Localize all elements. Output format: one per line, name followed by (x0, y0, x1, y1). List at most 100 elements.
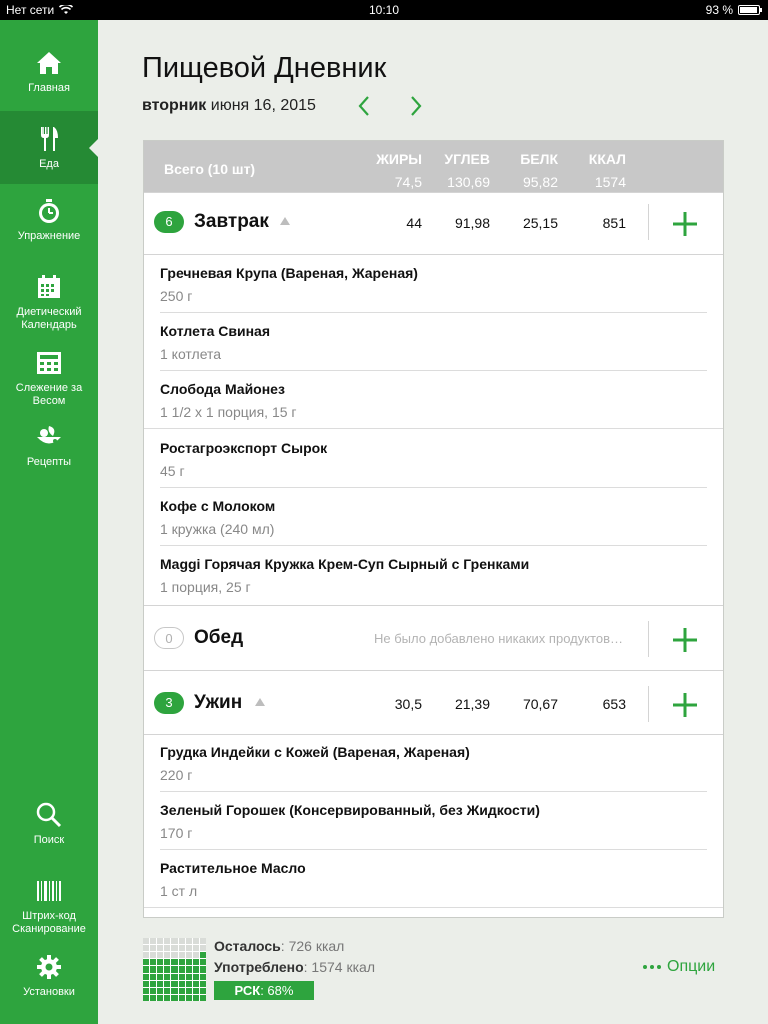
progress-cell (192, 966, 199, 973)
progress-cell (143, 994, 150, 1001)
weekday-label: вторник (142, 97, 207, 114)
total-fat: 74,5 (394, 174, 422, 190)
meal-row-breakfast[interactable]: 6 Завтрак 44 91,98 25,15 851 (144, 192, 723, 255)
page-title: Пищевой Дневник (142, 52, 387, 84)
food-name: Растительное Масло (160, 860, 306, 876)
rsk-label: РСК (234, 983, 261, 998)
progress-cell (178, 994, 185, 1001)
add-food-plus-icon[interactable] (670, 690, 700, 720)
sidebar-item-settings[interactable]: Установки (0, 952, 98, 1012)
divider (648, 686, 649, 722)
list-item-food[interactable]: Гречневая Крупа (Вареная, Жареная) 250 г (160, 255, 707, 313)
home-icon (34, 48, 64, 78)
progress-cell (185, 994, 192, 1001)
meal-fat: 30,5 (394, 696, 422, 712)
add-food-plus-icon[interactable] (670, 209, 700, 239)
food-name: Котлета Свиная (160, 323, 270, 339)
sidebar-item-home[interactable]: Главная (0, 48, 98, 108)
food-serving: 1 1/2 x 1 порция, 15 г (160, 404, 297, 420)
sidebar-item-search[interactable]: Поиск (0, 800, 98, 860)
progress-cell (185, 952, 192, 959)
progress-cell (157, 987, 164, 994)
sidebar-item-food[interactable]: Еда (0, 111, 98, 184)
sidebar-item-weight-tracking[interactable]: Слежение за Весом (0, 348, 98, 412)
progress-cell (171, 980, 178, 987)
scale-icon (34, 348, 64, 378)
remaining-calories: Осталось: 726 ккал (214, 938, 344, 954)
progress-cell (164, 966, 171, 973)
divider (648, 204, 649, 240)
clock: 10:10 (368, 3, 400, 17)
list-item-food[interactable]: Слобода Майонез 1 1/2 x 1 порция, 15 г (144, 371, 723, 429)
column-header-carbs: УГЛЕВ (444, 151, 490, 167)
progress-cell (178, 959, 185, 966)
progress-cell (164, 994, 171, 1001)
progress-cell (150, 966, 157, 973)
sidebar-item-exercise[interactable]: Упражнение (0, 196, 98, 256)
progress-cell (192, 973, 199, 980)
progress-cell (171, 987, 178, 994)
meal-fat: 44 (406, 215, 422, 231)
progress-cell (192, 938, 199, 945)
column-header-protein: БЕЛК (520, 151, 558, 167)
progress-cell (178, 945, 185, 952)
add-food-plus-icon[interactable] (670, 625, 700, 655)
list-item-food[interactable]: Кофе с Молоком 1 кружка (240 мл) (160, 488, 707, 546)
list-item-food[interactable]: Зеленый Горошек (Консервированный, без Ж… (160, 792, 707, 850)
item-count-badge: 6 (154, 211, 184, 233)
battery-icon (738, 5, 762, 15)
progress-cell (192, 945, 199, 952)
fork-knife-icon (34, 124, 64, 154)
progress-cell (185, 973, 192, 980)
sidebar-item-label: Штрих-код Сканирование (12, 910, 86, 935)
list-item-food[interactable]: Грудка Индейки с Кожей (Вареная, Жареная… (160, 734, 707, 792)
progress-cell (157, 966, 164, 973)
previous-day-button[interactable] (354, 94, 376, 118)
collapse-arrow-icon[interactable] (280, 217, 290, 225)
recipe-icon (34, 422, 64, 452)
progress-cell (143, 966, 150, 973)
remaining-label: Осталось (214, 938, 281, 954)
chevron-right-icon (411, 96, 422, 116)
progress-cell (157, 994, 164, 1001)
progress-cell (185, 987, 192, 994)
food-serving: 1 кружка (240 мл) (160, 521, 275, 537)
total-carbs: 130,69 (447, 174, 490, 190)
progress-cell (178, 987, 185, 994)
progress-cell (164, 973, 171, 980)
progress-cell (150, 959, 157, 966)
sidebar-item-diet-calendar[interactable]: Диетический Календарь (0, 272, 98, 336)
gear-icon (34, 952, 64, 982)
food-serving: 45 г (160, 463, 185, 479)
list-item-food[interactable]: Растительное Масло 1 ст л (144, 850, 723, 908)
options-button[interactable]: Опции (643, 958, 715, 976)
sidebar-item-label: Главная (28, 82, 70, 94)
food-name: Грудка Индейки с Кожей (Вареная, Жареная… (160, 744, 470, 760)
list-item-food[interactable]: Maggi Горячая Кружка Крем-Суп Сырный с Г… (160, 546, 707, 604)
collapse-arrow-icon[interactable] (255, 698, 265, 706)
food-serving: 170 г (160, 825, 193, 841)
next-day-button[interactable] (404, 94, 426, 118)
date-value: июня 16, 2015 (210, 97, 316, 114)
meal-row-dinner[interactable]: 3 Ужин 30,5 21,39 70,67 653 (144, 670, 723, 735)
active-indicator (89, 139, 98, 157)
progress-cell (164, 945, 171, 952)
progress-cell (164, 987, 171, 994)
progress-cell (171, 966, 178, 973)
remaining-value: : 726 ккал (280, 938, 345, 954)
meal-kcal: 653 (602, 696, 626, 712)
search-icon (34, 800, 64, 830)
progress-cell (150, 987, 157, 994)
list-item-food[interactable]: Ростагроэкспорт Сырок 45 г (160, 430, 707, 488)
progress-cell (171, 959, 178, 966)
progress-cell (192, 980, 199, 987)
progress-cell (192, 952, 199, 959)
column-header-kcal: ККАЛ (588, 151, 626, 167)
progress-cell (178, 973, 185, 980)
sidebar-item-recipes[interactable]: Рецепты (0, 422, 98, 482)
food-name: Гречневая Крупа (Вареная, Жареная) (160, 265, 418, 281)
progress-cell (171, 994, 178, 1001)
meal-row-lunch[interactable]: 0 Обед Не было добавлено никаких продукт… (144, 605, 723, 671)
list-item-food[interactable]: Котлета Свиная 1 котлета (160, 313, 707, 371)
sidebar-item-barcode-scan[interactable]: Штрих-код Сканирование (0, 876, 98, 940)
